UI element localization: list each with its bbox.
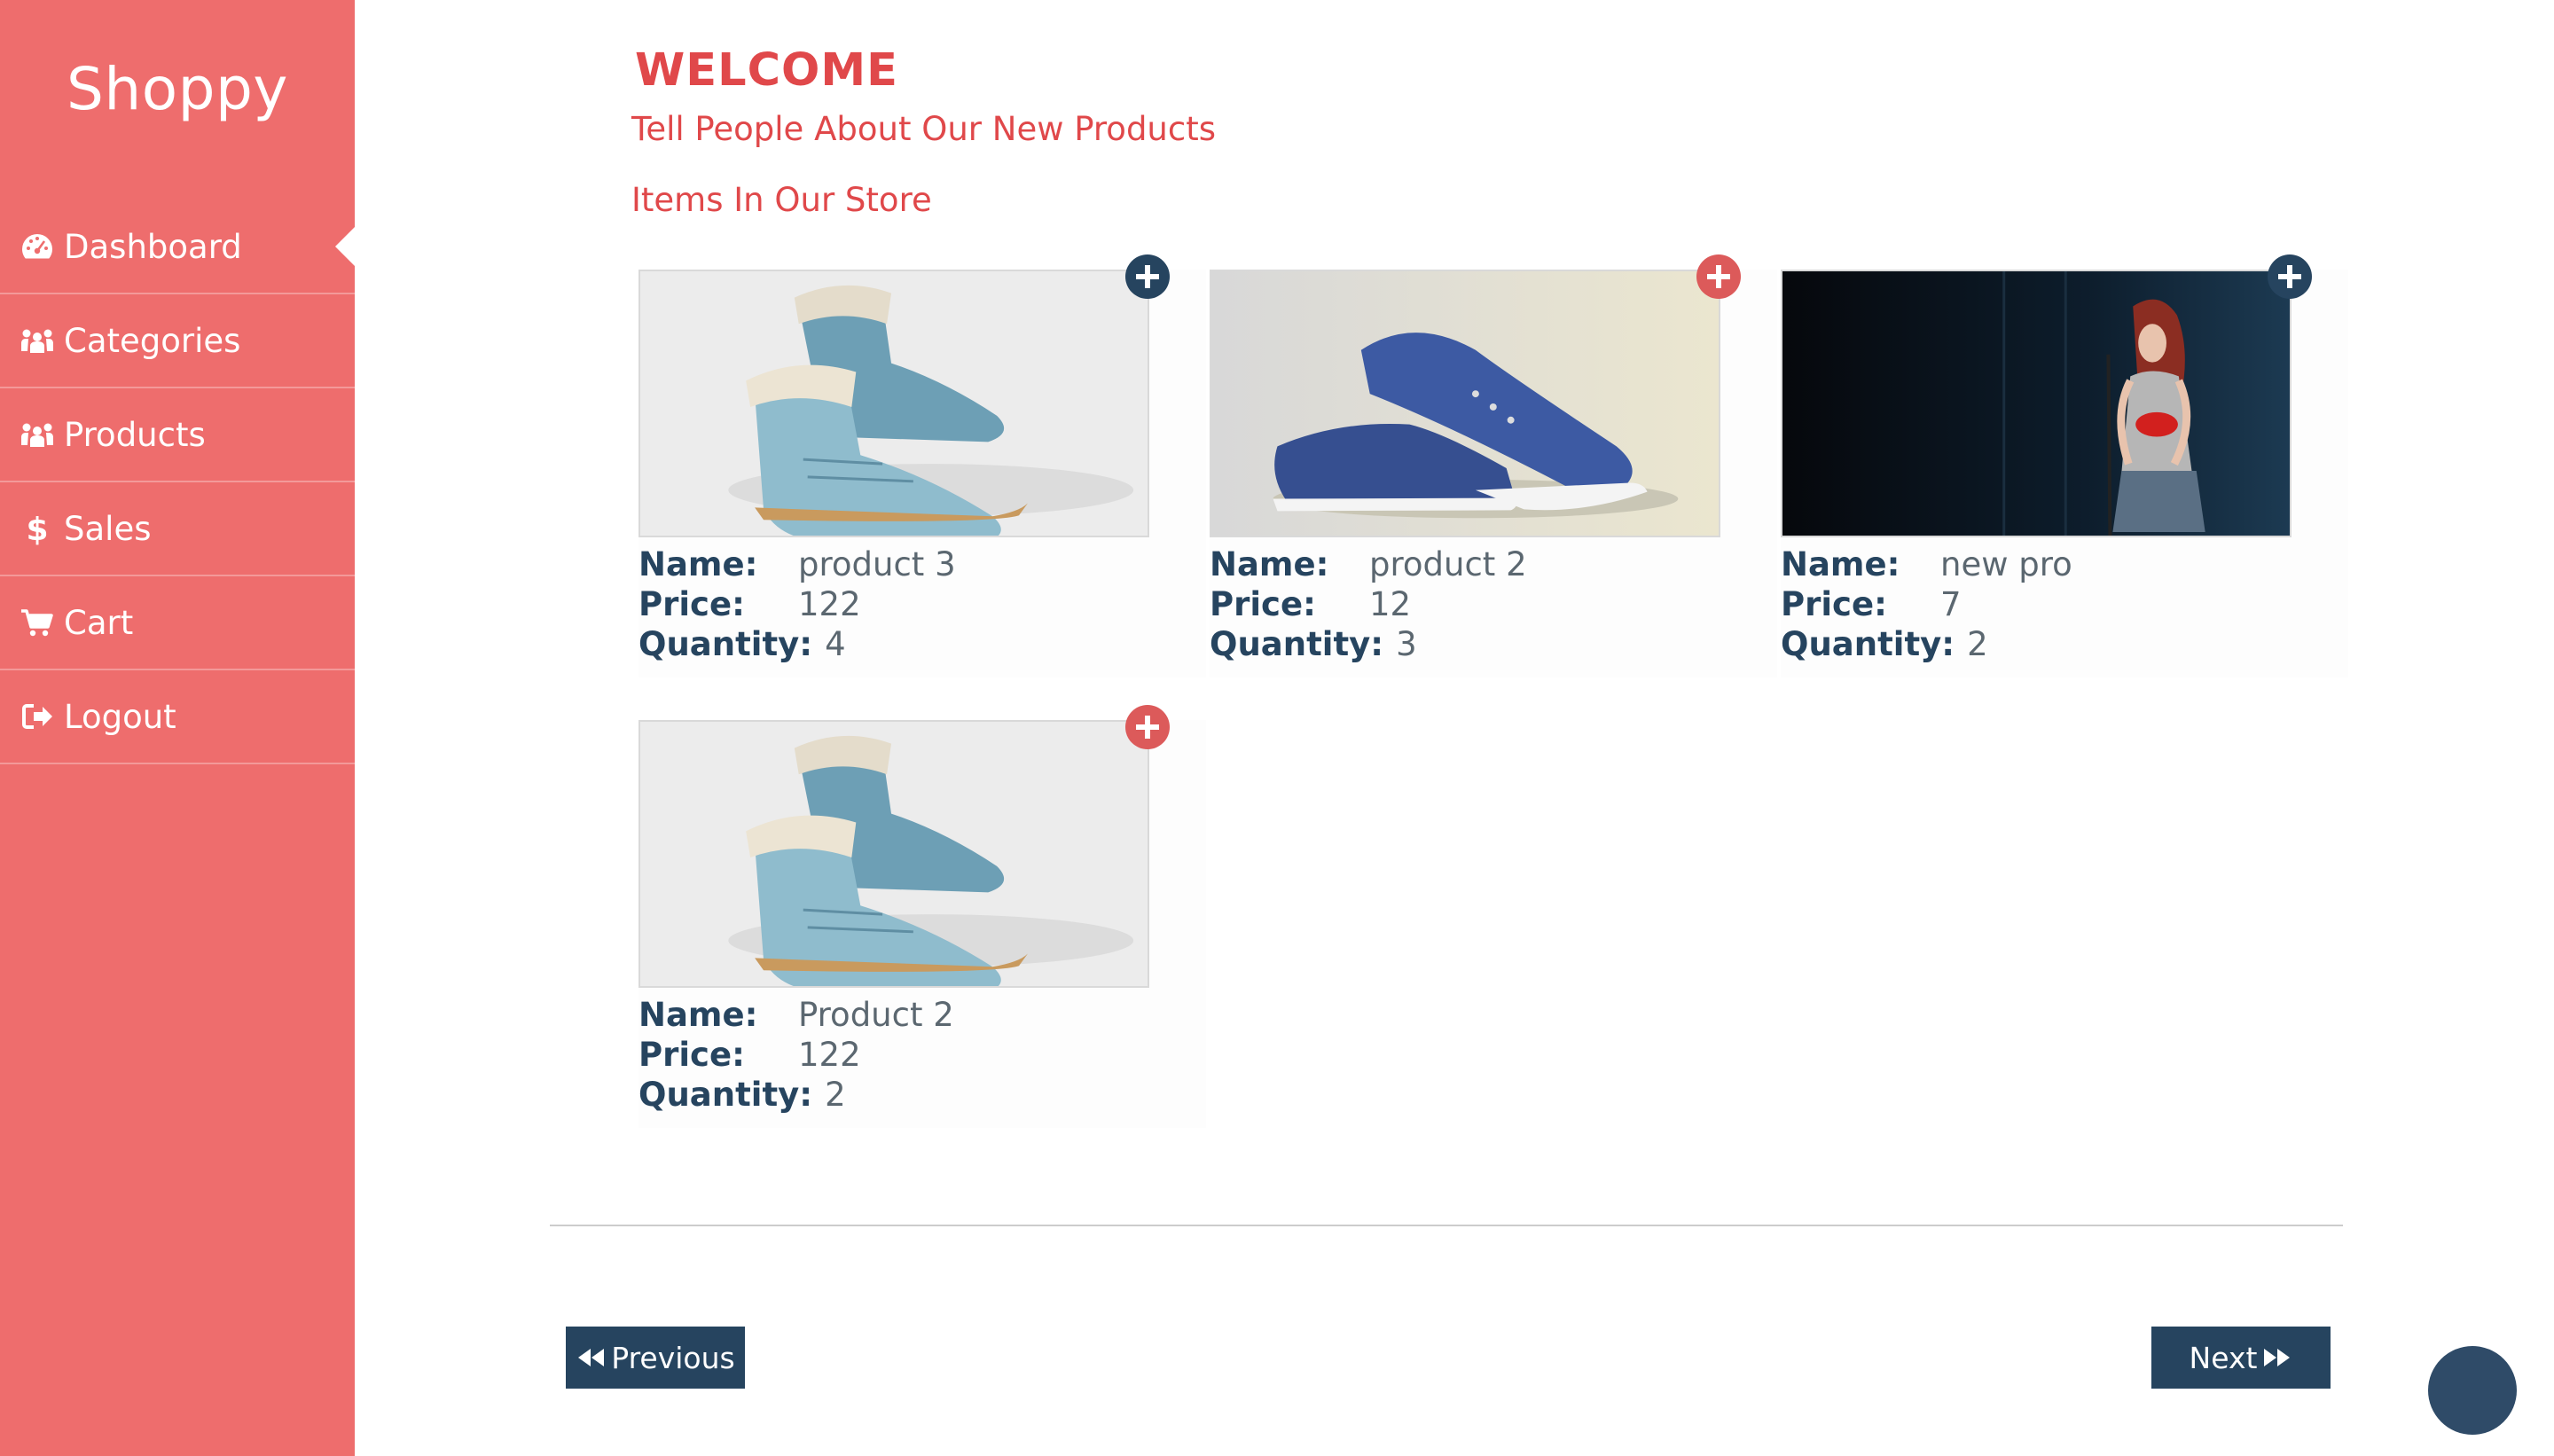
sidebar-item-label: Cart — [64, 603, 134, 642]
plus-circle-icon — [1125, 705, 1170, 749]
plus-circle-icon — [1125, 254, 1170, 299]
product-info: Name: product 3 Price: 122 Quantity: 4 — [638, 544, 956, 664]
dollar-icon: $ — [18, 509, 57, 548]
product-image — [1781, 270, 2292, 537]
brand-logo: Shoppy — [67, 55, 288, 123]
name-label: Name: — [1210, 545, 1329, 583]
sidebar-item-categories[interactable]: Categories — [0, 294, 355, 388]
product-name: new pro — [1940, 545, 2072, 583]
sidebar-item-logout[interactable]: Logout — [0, 670, 355, 764]
chat-fab-button[interactable] — [2428, 1346, 2517, 1435]
product-price: 12 — [1369, 585, 1412, 623]
quantity-label: Quantity: — [638, 1076, 813, 1114]
add-to-cart-button[interactable] — [1124, 704, 1171, 750]
product-quantity: 4 — [825, 625, 846, 663]
svg-text:$: $ — [26, 512, 48, 546]
sign-out-icon — [18, 697, 57, 736]
add-to-cart-button[interactable] — [1124, 254, 1171, 300]
product-image — [638, 720, 1149, 988]
previous-button[interactable]: Previous — [566, 1327, 745, 1389]
product-info: Name: product 2 Price: 12 Quantity: 3 — [1210, 544, 1527, 664]
product-quantity: 2 — [1967, 625, 1988, 663]
name-label: Name: — [638, 545, 758, 583]
sidebar-item-label: Categories — [64, 321, 241, 360]
add-to-cart-button[interactable] — [2267, 254, 2313, 300]
product-name: product 2 — [1369, 545, 1527, 583]
page-title: WELCOME — [635, 44, 898, 97]
name-label: Name: — [1781, 545, 1900, 583]
product-card: Name: Product 2 Price: 122 Quantity: 2 — [638, 705, 1206, 1128]
product-price: 7 — [1940, 585, 1962, 623]
product-quantity: 2 — [825, 1076, 846, 1114]
sidebar-item-label: Dashboard — [64, 227, 242, 266]
users-icon — [18, 415, 57, 454]
name-label: Name: — [638, 996, 758, 1034]
cart-icon — [18, 603, 57, 642]
product-price: 122 — [798, 1036, 861, 1074]
product-info: Name: Product 2 Price: 122 Quantity: 2 — [638, 995, 954, 1115]
product-card: Name: product 3 Price: 122 Quantity: 4 — [638, 254, 1206, 677]
price-label: Price: — [1781, 585, 1887, 623]
price-label: Price: — [638, 585, 745, 623]
next-button[interactable]: Next — [2151, 1327, 2331, 1389]
forward-icon — [2264, 1349, 2291, 1366]
quantity-label: Quantity: — [1210, 625, 1384, 663]
sidebar-item-label: Logout — [64, 697, 176, 736]
quantity-label: Quantity: — [1781, 625, 1955, 663]
product-card: Name: new pro Price: 7 Quantity: 2 — [1781, 254, 2348, 677]
backward-icon — [578, 1349, 605, 1366]
divider — [550, 1225, 2343, 1226]
product-quantity: 3 — [1396, 625, 1417, 663]
product-name: Product 2 — [798, 996, 954, 1034]
sidebar-item-cart[interactable]: Cart — [0, 576, 355, 670]
page-subtitle: Tell People About Our New Products — [631, 110, 1217, 148]
plus-circle-icon — [2268, 254, 2312, 299]
quantity-label: Quantity: — [638, 625, 813, 663]
sidebar-item-sales[interactable]: $ Sales — [0, 482, 355, 576]
sidebar-item-dashboard[interactable]: Dashboard — [0, 200, 355, 294]
dashboard-icon — [18, 227, 57, 266]
previous-label: Previous — [611, 1340, 735, 1375]
section-title: Items In Our Store — [631, 181, 932, 219]
plus-circle-icon — [1696, 254, 1741, 299]
product-price: 122 — [798, 585, 861, 623]
sidebar-nav: Dashboard Categories Products $ Sales Ca… — [0, 200, 355, 764]
sidebar-item-label: Sales — [64, 509, 152, 548]
next-label: Next — [2189, 1340, 2258, 1375]
price-label: Price: — [1210, 585, 1316, 623]
product-image — [1210, 270, 1720, 537]
users-icon — [18, 321, 57, 360]
sidebar-item-label: Products — [64, 415, 206, 454]
sidebar: Shoppy Dashboard Categories Products $ S… — [0, 0, 355, 1456]
add-to-cart-button[interactable] — [1696, 254, 1742, 300]
product-image — [638, 270, 1149, 537]
product-info: Name: new pro Price: 7 Quantity: 2 — [1781, 544, 2072, 664]
price-label: Price: — [638, 1036, 745, 1074]
sidebar-item-products[interactable]: Products — [0, 388, 355, 482]
product-name: product 3 — [798, 545, 956, 583]
product-card: Name: product 2 Price: 12 Quantity: 3 — [1210, 254, 1777, 677]
